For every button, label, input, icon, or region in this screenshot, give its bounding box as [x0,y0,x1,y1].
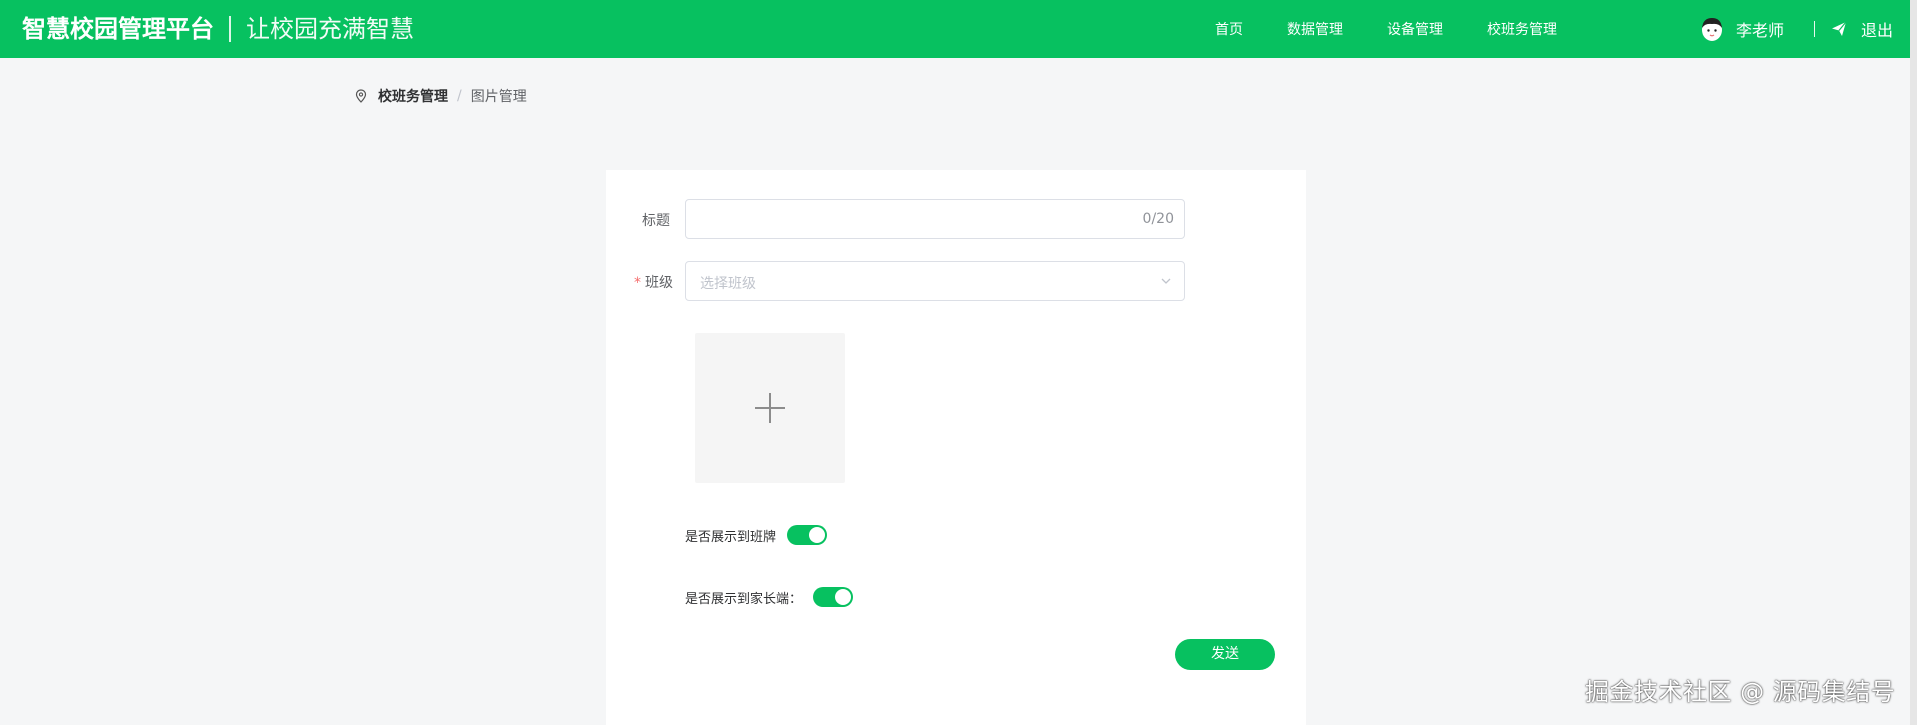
image-form-card: 标题 0/20 * 班级 选择班级 是否展示到班牌 是否展示到家长端： 发送 [606,170,1306,725]
class-select-placeholder: 选择班级 [700,276,756,292]
show-to-parents-toggle[interactable] [813,587,854,607]
show-on-class-board-row: 是否展示到班牌 [685,525,828,545]
toggle-knob [809,527,826,543]
plus-icon [755,393,785,423]
user-area: 李老师 退出 [1700,14,1893,44]
show-to-parents-row: 是否展示到家长端： [685,587,854,607]
nav-item-device-management[interactable]: 设备管理 [1387,19,1443,39]
show-on-class-board-toggle[interactable] [787,525,828,545]
nav-item-home[interactable]: 首页 [1215,19,1243,39]
top-header: 智慧校园管理平台 让校园充满智慧 首页 数据管理 设备管理 校班务管理 李老师 … [0,0,1910,58]
user-divider [1814,21,1816,37]
required-mark: * [634,275,641,291]
location-icon [355,89,367,103]
watermark: 掘金技术社区 @ 源码集结号 [1585,678,1896,706]
brand-divider [229,16,231,42]
toggle-knob [835,589,852,605]
avatar[interactable] [1700,15,1724,43]
title-label: 标题 [642,213,670,229]
brand-slogan: 让校园充满智慧 [246,15,414,43]
nav-item-data-management[interactable]: 数据管理 [1287,19,1343,39]
brand: 智慧校园管理平台 让校园充满智慧 [22,13,414,45]
nav-item-class-affairs[interactable]: 校班务管理 [1487,19,1557,39]
user-name[interactable]: 李老师 [1736,17,1784,41]
class-label-text: 班级 [645,275,673,291]
breadcrumb-item-image-management: 图片管理 [470,89,527,105]
title-char-counter: 0/20 [1142,211,1174,227]
class-select[interactable]: 选择班级 [685,261,1185,301]
top-nav: 首页 数据管理 设备管理 校班务管理 [1215,0,1601,58]
breadcrumb: 校班务管理 / 图片管理 [354,86,527,106]
breadcrumb-item-class-affairs[interactable]: 校班务管理 [378,86,448,106]
image-upload-area[interactable] [695,333,845,483]
send-button[interactable]: 发送 [1175,639,1275,670]
title-input[interactable]: 0/20 [685,199,1185,239]
send-arrow-icon [1832,21,1847,36]
class-label: * 班级 [634,272,673,292]
show-to-parents-label: 是否展示到家长端： [685,591,803,607]
logout-label: 退出 [1861,21,1894,40]
breadcrumb-separator: / [457,88,462,104]
chevron-down-icon [1161,278,1171,284]
show-on-class-board-label: 是否展示到班牌 [685,529,777,545]
brand-name: 智慧校园管理平台 [22,15,214,43]
logout-button[interactable]: 退出 [1831,17,1893,41]
page-scrollbar[interactable] [1910,0,1917,725]
